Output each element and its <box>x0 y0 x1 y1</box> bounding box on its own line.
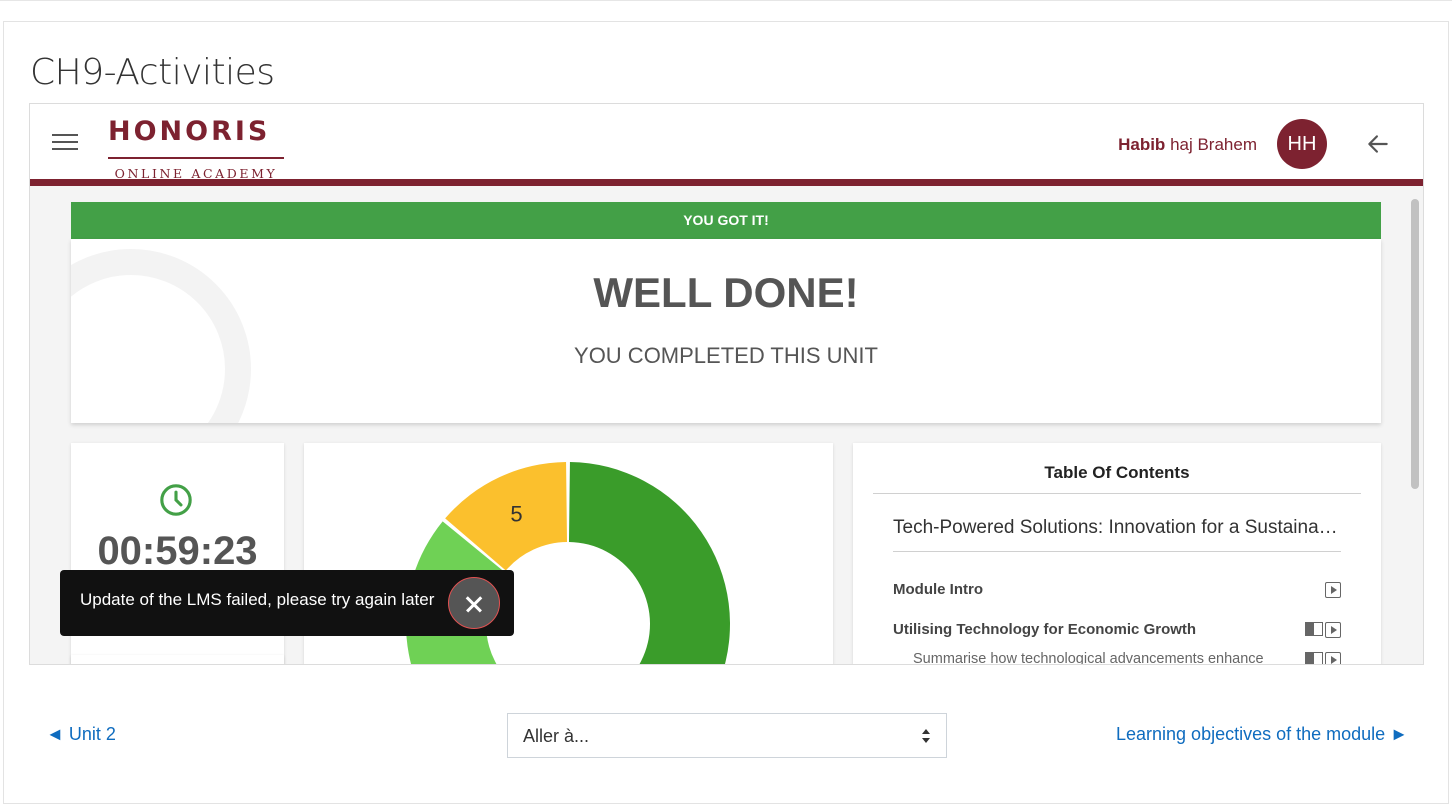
toc-card: Table Of Contents Tech-Powered Solutions… <box>853 443 1381 665</box>
honoris-logo: HONORIS ONLINE ACADEMY <box>108 112 286 182</box>
close-icon[interactable] <box>448 577 500 629</box>
user-last-name: haj Brahem <box>1170 135 1257 154</box>
logo-underline <box>108 157 284 159</box>
video-icon <box>1325 582 1341 598</box>
book-icon <box>1305 622 1323 636</box>
sort-caret-icon <box>922 729 930 743</box>
user-name: Habib haj Brahem <box>1118 135 1257 155</box>
result-subtitle: YOU COMPLETED THIS UNIT <box>574 343 878 368</box>
result-banner: YOU GOT IT! <box>71 202 1381 239</box>
video-icon <box>1325 652 1341 664</box>
top-divider <box>0 0 1452 1</box>
page-title: CH9-Activities <box>30 52 275 93</box>
toc-title: Table Of Contents <box>873 463 1361 494</box>
donut-slice-label: 5 <box>510 501 522 526</box>
logo-subtitle: ONLINE ACADEMY <box>114 166 278 181</box>
jump-to-select[interactable]: Aller à... <box>507 713 947 758</box>
toc-item-label: Summarise how technological advancements… <box>913 651 1264 665</box>
prev-unit-link[interactable]: ◄ Unit 2 <box>46 724 116 745</box>
toc-item[interactable]: Utilising Technology for Economic Growth <box>893 621 1341 641</box>
error-toast: Update of the LMS failed, please try aga… <box>60 570 514 636</box>
toc-item[interactable]: Module Intro <box>893 581 1341 601</box>
toc-course-title[interactable]: Tech-Powered Solutions: Innovation for a… <box>893 517 1341 552</box>
toc-item-label: Module Intro <box>893 581 983 598</box>
user-first-name: Habib <box>1118 135 1166 154</box>
timer-value: 00:59:23 <box>97 529 258 573</box>
toc-item-label: Utilising Technology for Economic Growth <box>893 621 1197 638</box>
avatar[interactable]: HH <box>1277 119 1327 169</box>
toc-subitem[interactable]: Summarise how technological advancements… <box>893 651 1341 665</box>
frame-scrollbar[interactable] <box>1405 193 1423 664</box>
result-title: WELL DONE! <box>593 269 859 316</box>
book-icon <box>1305 652 1323 664</box>
clock-icon <box>160 484 192 516</box>
next-unit-link[interactable]: Learning objectives of the module ► <box>1116 724 1408 745</box>
scrollbar-thumb[interactable] <box>1411 199 1419 489</box>
result-card: WELL DONE! YOU COMPLETED THIS UNIT <box>71 239 1381 423</box>
activity-header: HONORIS ONLINE ACADEMY Habib haj Brahem … <box>30 104 1423 186</box>
arrow-left-icon[interactable] <box>1365 131 1391 157</box>
video-icon <box>1325 622 1341 638</box>
hamburger-menu-icon[interactable] <box>52 134 78 154</box>
secondary-card <box>71 655 284 664</box>
jump-to-value: Aller à... <box>523 726 590 746</box>
logo-word: HONORIS <box>108 116 271 147</box>
toast-message: Update of the LMS failed, please try aga… <box>80 590 435 609</box>
